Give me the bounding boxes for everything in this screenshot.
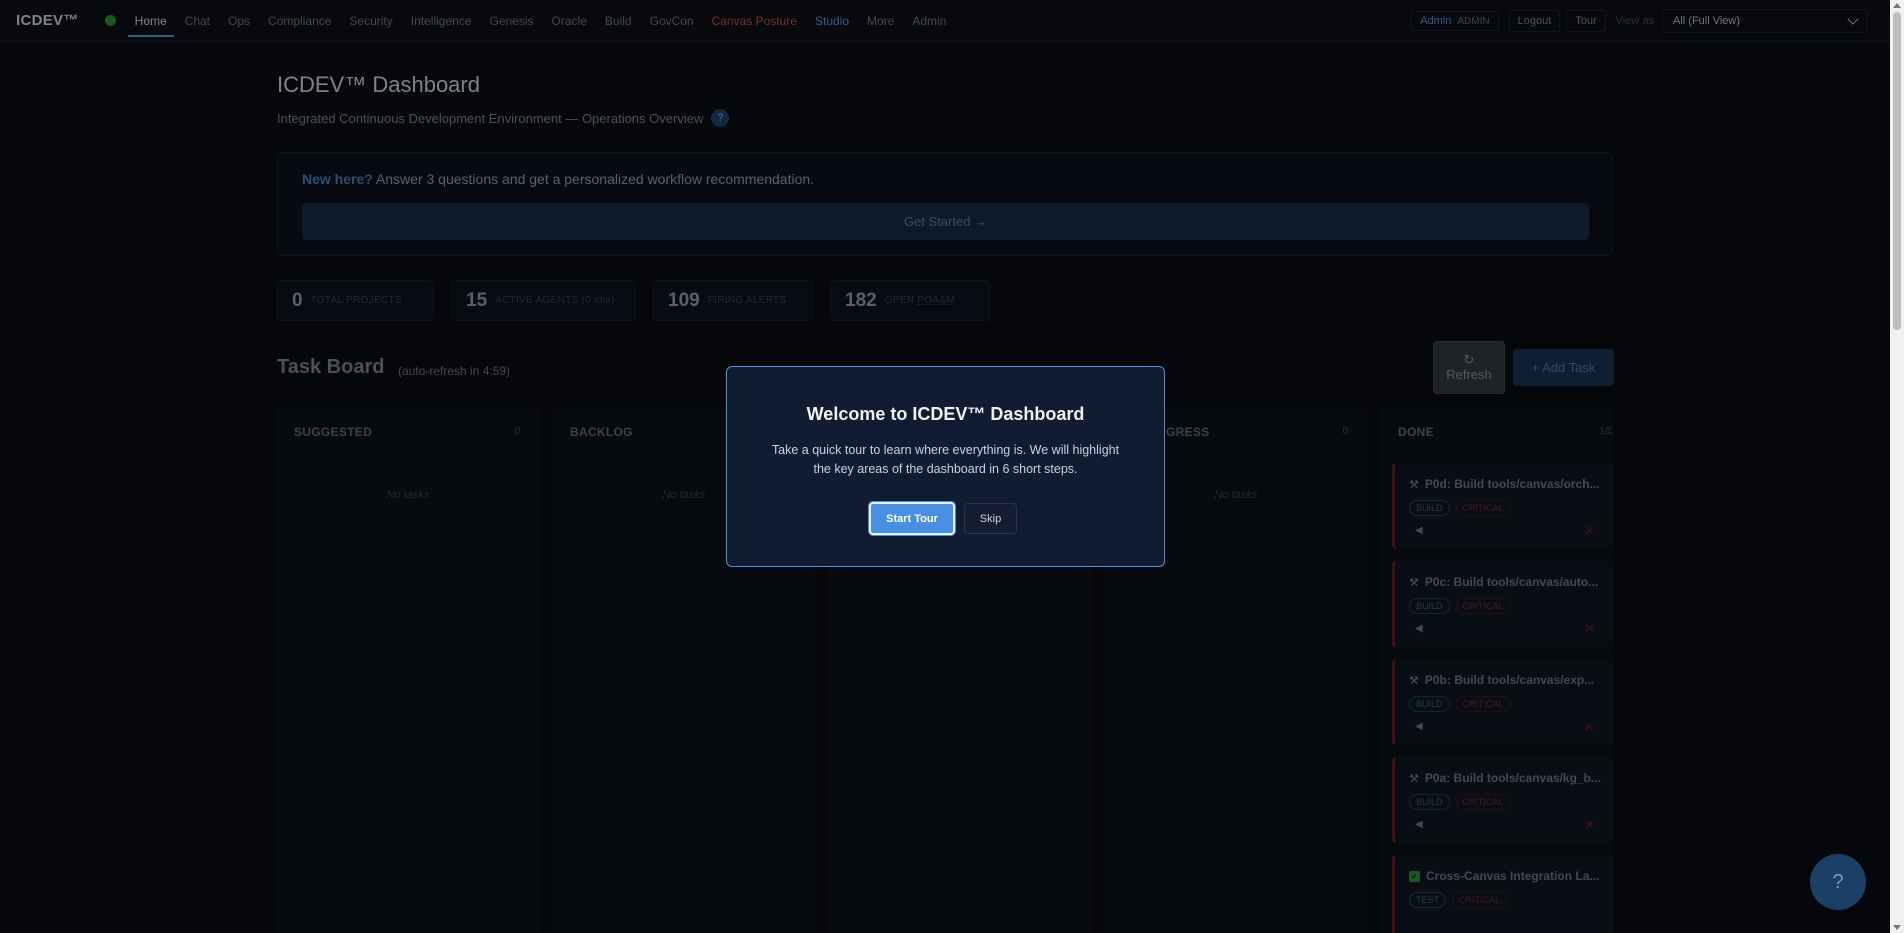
scroll-thumb[interactable] <box>1893 12 1901 330</box>
modal-body: Take a quick tour to learn where everyth… <box>771 443 1120 477</box>
welcome-modal: Welcome to ICDEV™ Dashboard Take a quick… <box>726 366 1165 567</box>
help-button[interactable]: ? <box>1810 854 1866 910</box>
modal-title: Welcome to ICDEV™ Dashboard <box>806 404 1085 424</box>
scroll-down-icon[interactable] <box>1893 925 1901 930</box>
start-tour-button[interactable]: Start Tour <box>868 501 956 536</box>
page-scrollbar[interactable] <box>1890 0 1904 933</box>
skip-button[interactable]: Skip <box>964 503 1017 534</box>
scroll-up-icon[interactable] <box>1893 3 1901 8</box>
